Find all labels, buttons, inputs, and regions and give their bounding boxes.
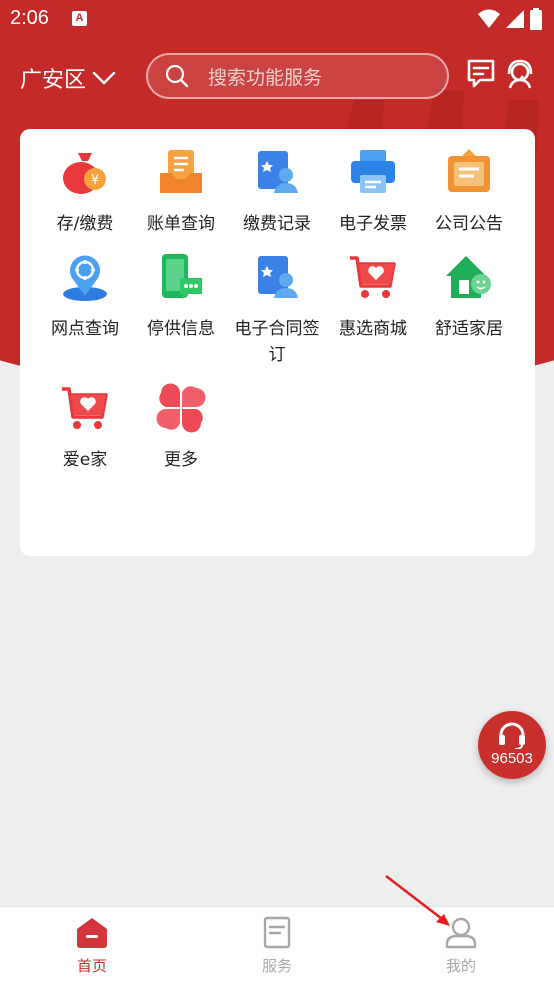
notification-icon: A — [72, 11, 87, 26]
grid-item-love-ehome[interactable]: 爱e家 — [37, 383, 133, 473]
annotation-arrow — [385, 875, 450, 926]
heart-cart-icon — [62, 387, 108, 429]
service-doc-icon — [263, 916, 291, 949]
grid-item-label: 电子合同签订 — [234, 319, 320, 365]
grid-item-mall[interactable]: 惠选商城 — [325, 252, 421, 342]
money-bag-icon: ¥ — [63, 153, 106, 194]
grid-item-label: 电子发票 — [339, 214, 407, 234]
customer-service-icon[interactable] — [504, 58, 536, 90]
search-bar[interactable]: 搜索功能服务 — [146, 53, 449, 99]
grid-item-e-contract[interactable]: 电子合同签订 — [229, 252, 325, 368]
grid-item-label: 存/缴费 — [56, 214, 114, 234]
battery-icon — [530, 8, 542, 30]
more-clover-icon — [156, 383, 206, 433]
grid-item-label: 网点查询 — [51, 319, 119, 339]
grid-item-more[interactable]: 更多 — [133, 383, 229, 473]
printer-icon — [351, 150, 395, 193]
tab-label: 服务 — [261, 957, 292, 975]
grid-item-label: 公司公告 — [435, 214, 503, 234]
grid-item-label: 惠选商城 — [339, 319, 407, 339]
region-selector[interactable]: 广安区 — [20, 62, 116, 94]
grid-item-label: 更多 — [164, 450, 198, 470]
headset-icon — [499, 722, 525, 749]
grid-item-label: 账单查询 — [147, 214, 215, 234]
grid-item-label: 舒适家居 — [435, 319, 503, 339]
search-icon — [165, 64, 189, 88]
payment-record-icon — [258, 151, 298, 193]
grid-item-comfort-home[interactable]: 舒适家居 — [421, 252, 517, 342]
tab-label: 首页 — [76, 957, 107, 975]
grid-item-payment-record[interactable]: 缴费记录 — [229, 147, 325, 237]
status-bar: 2:06 A — [0, 0, 554, 38]
status-time: 2:06 — [10, 7, 49, 29]
shopping-cart-icon — [350, 256, 396, 298]
smart-home-icon — [446, 256, 491, 298]
grid-item-announcement[interactable]: 公司公告 — [421, 147, 517, 237]
svg-text:¥: ¥ — [91, 173, 99, 188]
announcement-icon — [448, 149, 490, 192]
function-panel: ¥ 存/缴费 账单查询 缴费记录 电子发票 公司公告 网点查询 停供信息 电子合… — [20, 129, 535, 556]
grid-item-e-invoice[interactable]: 电子发票 — [325, 147, 421, 237]
signal-icon — [506, 10, 524, 28]
grid-item-label: 爱e家 — [62, 450, 108, 470]
top-bar: 广安区 搜索功能服务 — [0, 50, 554, 106]
hotline-number: 96503 — [491, 750, 533, 767]
grid-item-outlet-query[interactable]: 网点查询 — [37, 252, 133, 342]
chevron-down-icon — [92, 71, 116, 85]
grid-item-label: 停供信息 — [147, 319, 215, 339]
grid-item-label: 缴费记录 — [243, 214, 311, 234]
grid-item-deposit-payment[interactable]: ¥ 存/缴费 — [37, 147, 133, 237]
contract-icon — [258, 256, 298, 298]
bottom-tab-bar: 首页 服务 我的 — [0, 906, 554, 984]
home-icon — [77, 918, 107, 948]
phone-message-icon — [162, 254, 202, 299]
tab-service[interactable]: 服务 — [217, 915, 337, 976]
hotline-button[interactable]: 96503 — [478, 711, 546, 779]
region-label: 广安区 — [20, 68, 87, 93]
tab-home[interactable]: 首页 — [32, 915, 152, 976]
grid-item-bill-query[interactable]: 账单查询 — [133, 147, 229, 237]
bill-inbox-icon — [160, 150, 202, 193]
grid-item-supply-stop-info[interactable]: 停供信息 — [133, 252, 229, 342]
location-pin-icon — [63, 255, 107, 301]
tab-label: 我的 — [445, 957, 476, 975]
wifi-icon — [478, 9, 500, 28]
search-placeholder: 搜索功能服务 — [208, 66, 323, 89]
message-icon[interactable] — [466, 58, 496, 90]
